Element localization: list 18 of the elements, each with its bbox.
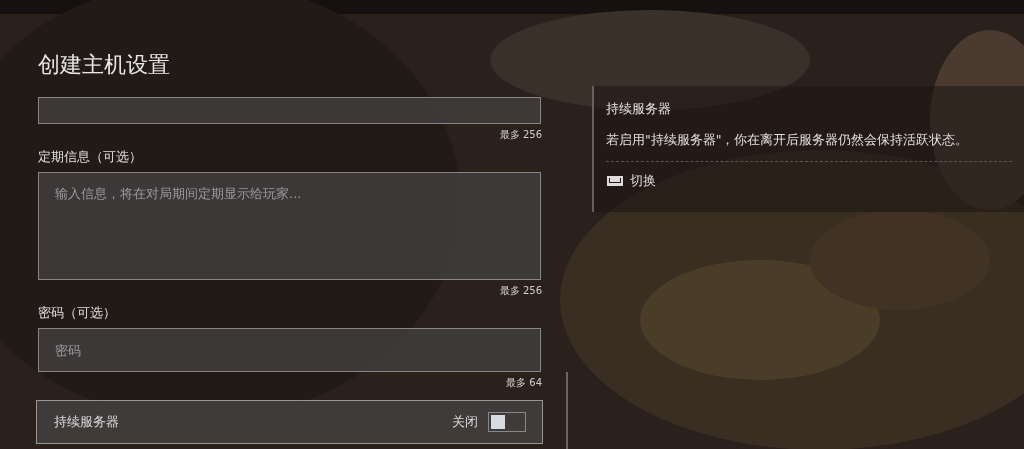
scrollbar[interactable]	[566, 372, 568, 449]
field-label: 定期信息（可选）	[38, 148, 143, 166]
toggle-switch[interactable]	[488, 412, 526, 432]
toggle-state: 关闭	[452, 413, 478, 431]
character-limit: 最多 64	[506, 376, 542, 390]
message-field[interactable]: 输入信息，将在对局期间定期显示给玩家...	[38, 172, 541, 280]
page-title: 创建主机设置	[38, 51, 171, 79]
panel-title: 持续服务器	[606, 100, 672, 118]
toggle-row[interactable]: 持续服务器 关闭	[36, 400, 543, 444]
character-limit: 最多 256	[499, 128, 542, 142]
character-limit: 最多 256	[499, 284, 542, 298]
field-label: 密码（可选）	[38, 304, 117, 322]
input-field[interactable]: 密码	[38, 328, 541, 372]
spacebar-icon	[606, 175, 624, 187]
panel-text: 若启用"持续服务器"，你在离开后服务器仍然会保持活跃状态。	[606, 132, 970, 149]
input-field[interactable]	[38, 97, 541, 124]
toggle-label: 持续服务器	[54, 413, 119, 431]
toggle-hint: 切换	[630, 172, 656, 190]
